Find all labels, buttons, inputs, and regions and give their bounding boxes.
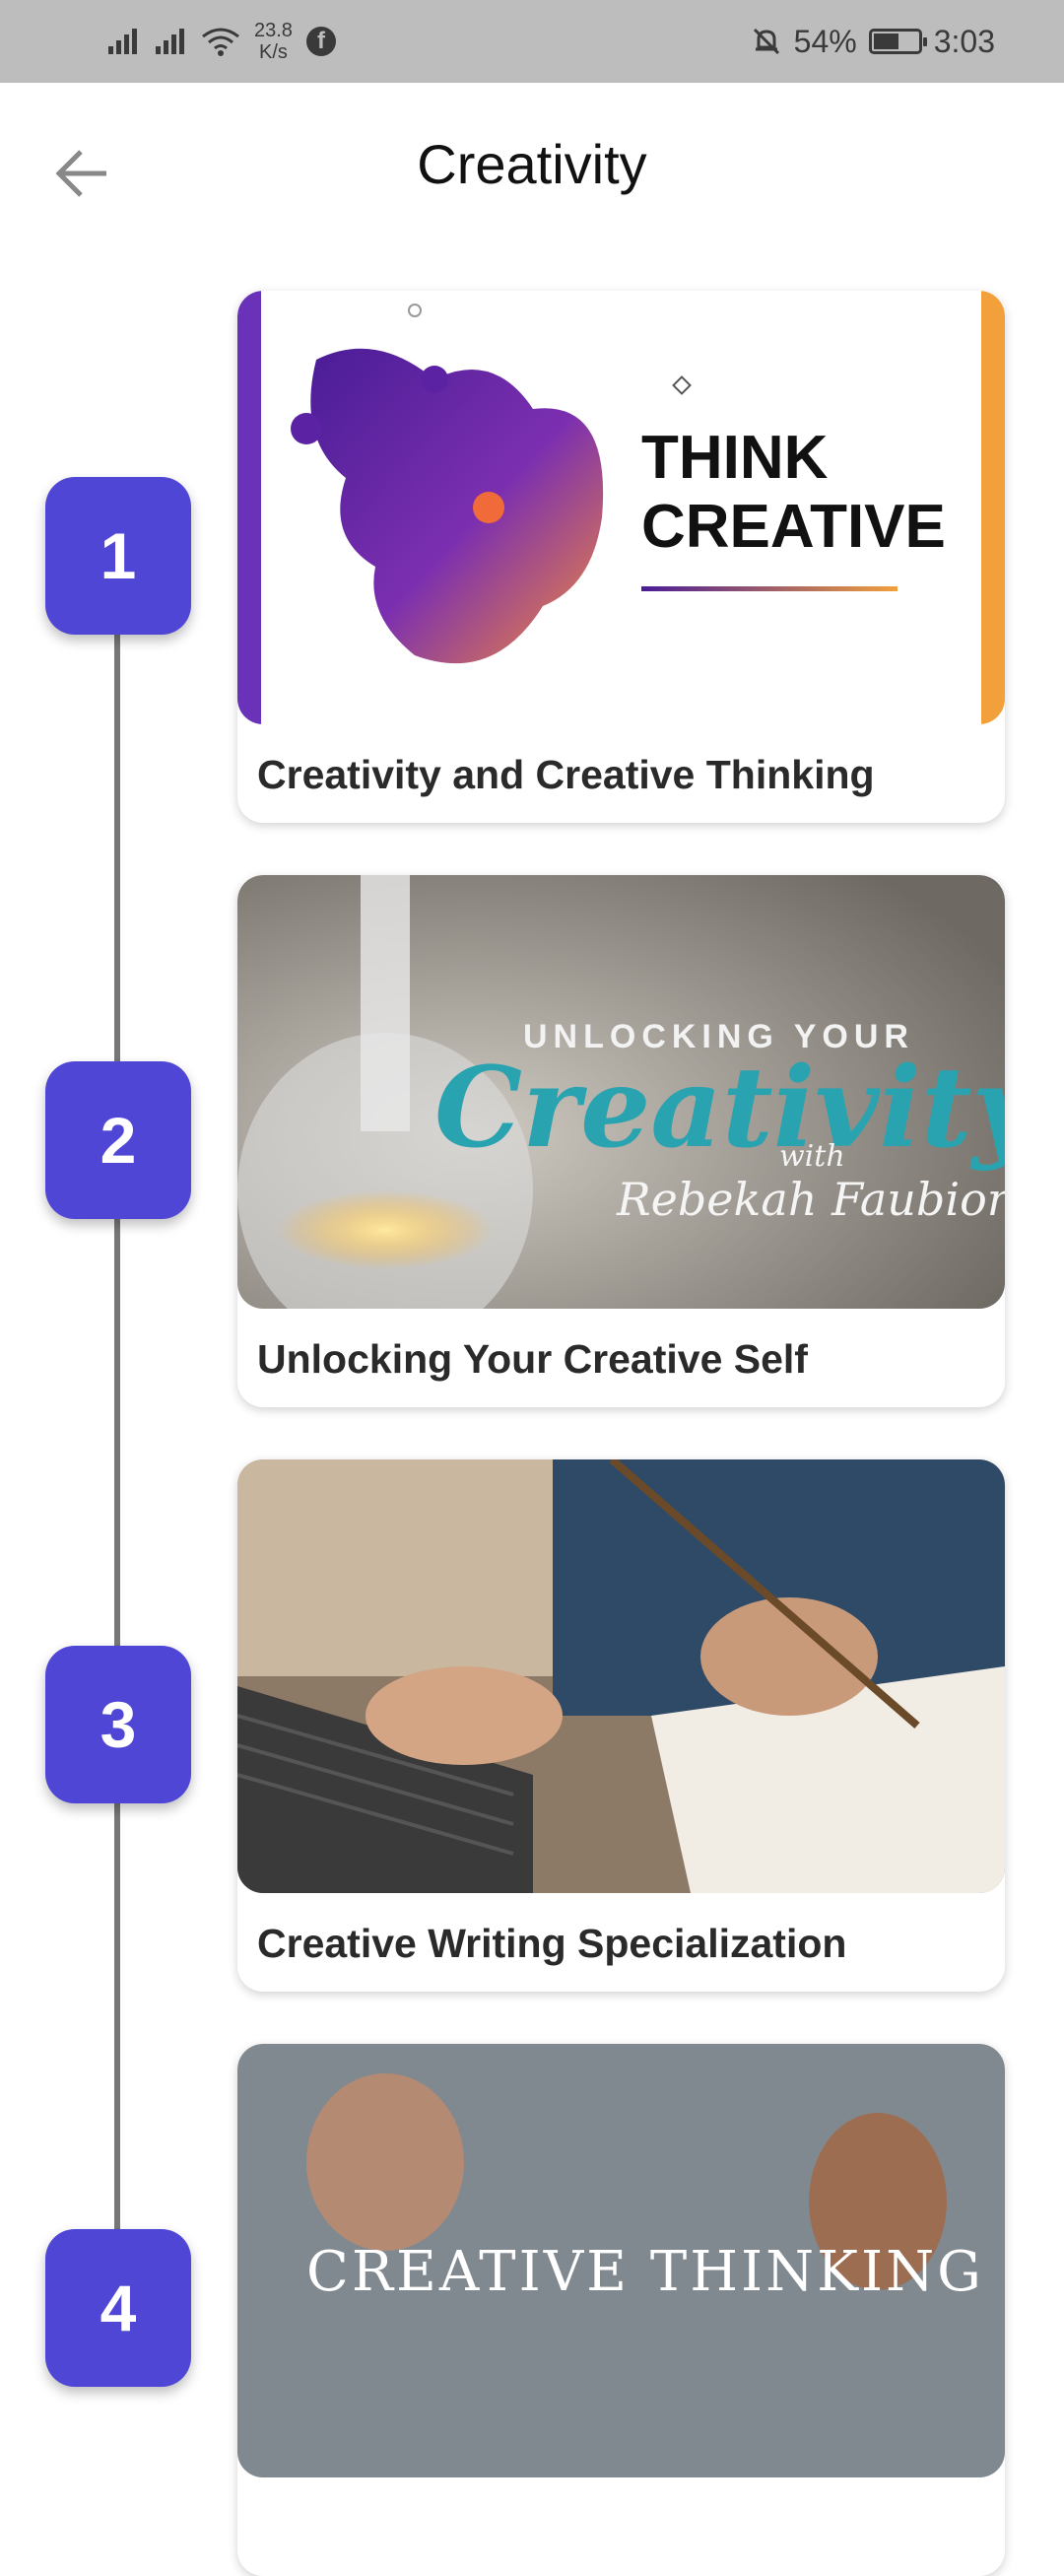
battery-icon <box>868 29 927 54</box>
course-title: Creativity and Creative Thinking <box>257 752 875 797</box>
step-badge: 2 <box>45 1061 191 1219</box>
course-thumbnail <box>237 1459 1005 1893</box>
signal-icon <box>108 29 137 54</box>
thumbnail-text: Rebekah Faubion <box>616 1173 1005 1226</box>
course-thumbnail: CREATIVE THINKING <box>237 2044 1005 2477</box>
thumbnail-text: with <box>779 1139 845 1174</box>
thumbnail-text: CREATIVE <box>641 493 946 561</box>
thumbnail-text: THINK <box>641 424 829 492</box>
page-title: Creativity <box>417 133 647 195</box>
course-thumbnail: THINK CREATIVE <box>237 291 1005 724</box>
course-card[interactable]: THINK CREATIVE Creativity and Creative T… <box>237 291 1005 823</box>
step-badge: 1 <box>45 477 191 635</box>
course-card[interactable]: Creative Writing Specialization <box>237 1459 1005 1992</box>
course-thumbnail: UNLOCKING YOUR Creativity with Rebekah F… <box>237 875 1005 1309</box>
thumbnail-text: CREATIVE THINKING <box>306 2240 984 2304</box>
course-card[interactable]: UNLOCKING YOUR Creativity with Rebekah F… <box>237 875 1005 1407</box>
mute-bell-icon <box>753 28 779 55</box>
network-speed: 23.8 K/s <box>254 20 293 63</box>
battery-percent: 54% <box>793 23 857 59</box>
clock: 3:03 <box>933 23 995 59</box>
facebook-icon: f <box>305 27 336 56</box>
app-header: Creativity <box>0 83 1064 250</box>
course-card[interactable]: CREATIVE THINKING <box>237 2044 1005 2576</box>
course-title: Creative Writing Specialization <box>257 1921 847 1966</box>
course-title: Unlocking Your Creative Self <box>257 1336 808 1382</box>
wifi-icon <box>202 28 239 56</box>
timeline-rail <box>114 631 120 2326</box>
step-badge: 3 <box>45 1646 191 1803</box>
signal-icon <box>156 29 184 54</box>
step-badge: 4 <box>45 2229 191 2387</box>
status-bar: 23.8 K/s f 54% 3:03 <box>0 0 1064 83</box>
thumbnail-text: Creativity <box>434 1044 1005 1173</box>
